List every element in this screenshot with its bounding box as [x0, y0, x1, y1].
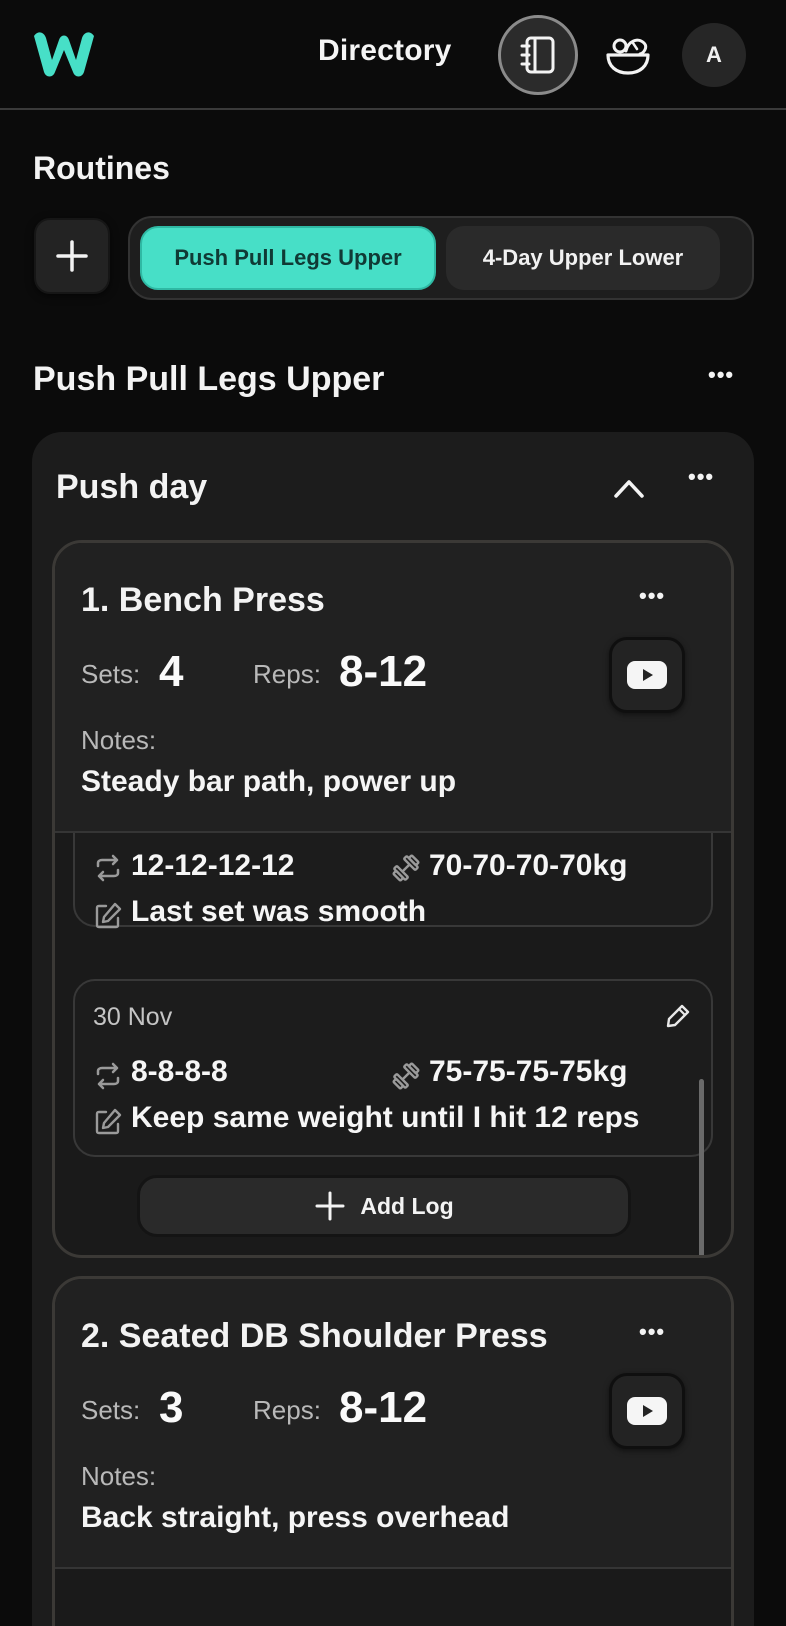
nav-directory-link[interactable]: Directory [318, 34, 452, 68]
reps-value: 8-12 [339, 647, 428, 696]
day-card: Push day ••• 12-12-12-12 70-70-70-70kg L… [32, 432, 754, 1626]
plus-icon [56, 240, 88, 272]
exercise-more-button[interactable]: ••• [639, 583, 665, 609]
notes-value: Steady bar path, power up [81, 765, 457, 798]
log-reps: 8-8-8-8 [131, 1055, 228, 1088]
youtube-icon [627, 1397, 667, 1425]
add-log-label: Add Log [360, 1192, 454, 1219]
dumbbell-icon [392, 1062, 420, 1090]
sets-label: Sets: [81, 659, 141, 689]
sets-label: Sets: [81, 1395, 141, 1425]
dumbbell-icon [392, 854, 420, 882]
user-avatar[interactable]: A [682, 23, 746, 87]
exercise-header: 1. Bench Press ••• Sets: 4 Reps: 8-12 No… [55, 543, 731, 833]
log-weight: 70-70-70-70kg [429, 849, 628, 882]
log-note: Last set was smooth [131, 895, 427, 928]
edit-note-icon [95, 1108, 122, 1135]
exercise-name: 1. Bench Press [81, 581, 325, 619]
youtube-icon [627, 661, 667, 689]
exercise-more-button[interactable]: ••• [639, 1319, 665, 1345]
plus-icon [315, 1191, 345, 1221]
routines-nav-button[interactable] [498, 15, 578, 95]
routine-tabs: Push Pull Legs Upper 4-Day Upper Lower [128, 216, 754, 300]
add-log-button[interactable]: Add Log [137, 1175, 631, 1237]
log-note: Keep same weight until I hit 12 reps [131, 1101, 640, 1134]
log-scrollbar[interactable] [699, 1079, 704, 1255]
reps-label: Reps: [253, 1395, 321, 1425]
exercise-card: 2. Seated DB Shoulder Press ••• Sets: 3 … [52, 1276, 734, 1626]
log-reps: 12-12-12-12 [131, 849, 295, 882]
video-button[interactable] [609, 637, 685, 713]
sets-value: 4 [159, 647, 184, 696]
notes-label: Notes: [81, 1461, 157, 1491]
repeat-icon [96, 854, 120, 882]
edit-note-icon [95, 902, 122, 929]
reps-label: Reps: [253, 659, 321, 689]
log-date: 30 Nov [93, 1003, 173, 1031]
pencil-icon[interactable] [665, 1003, 691, 1029]
tab-push-pull-legs-upper[interactable]: Push Pull Legs Upper [140, 226, 436, 290]
bowl-icon[interactable] [604, 33, 652, 77]
app-header: Directory A [0, 0, 786, 110]
sets-value: 3 [159, 1383, 184, 1432]
chevron-up-icon[interactable] [612, 476, 646, 500]
add-routine-button[interactable] [34, 218, 110, 294]
video-button[interactable] [609, 1373, 685, 1449]
notebook-icon [520, 36, 555, 74]
notes-value: Back straight, press overhead [81, 1501, 510, 1534]
exercise-name: 2. Seated DB Shoulder Press [81, 1317, 548, 1355]
exercise-card: 12-12-12-12 70-70-70-70kg Last set was s… [52, 540, 734, 1258]
reps-value: 8-12 [339, 1383, 428, 1432]
routine-more-button[interactable]: ••• [708, 362, 734, 388]
routines-heading: Routines [33, 150, 170, 186]
routine-title: Push Pull Legs Upper [33, 360, 385, 398]
log-entry: 30 Nov 8-8-8-8 75-75-75-75kg Keep same w… [73, 979, 713, 1157]
log-weight: 75-75-75-75kg [429, 1055, 628, 1088]
tab-4-day-upper-lower[interactable]: 4-Day Upper Lower [446, 226, 720, 290]
day-more-button[interactable]: ••• [688, 464, 714, 490]
repeat-icon [96, 1062, 120, 1090]
logo-icon[interactable] [30, 28, 98, 80]
day-title: Push day [56, 468, 208, 506]
exercise-header: 2. Seated DB Shoulder Press ••• Sets: 3 … [55, 1279, 731, 1569]
notes-label: Notes: [81, 725, 157, 755]
